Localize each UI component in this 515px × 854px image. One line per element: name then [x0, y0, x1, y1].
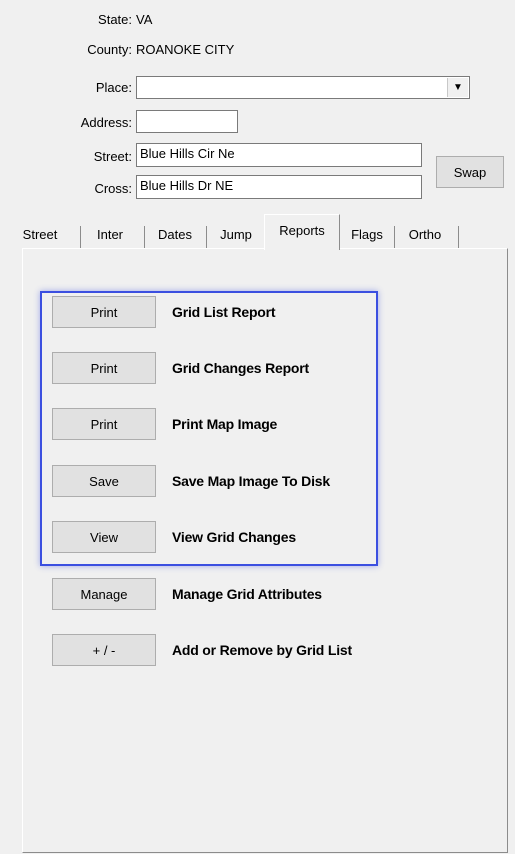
manage-grid-attributes-button[interactable]: Manage	[52, 578, 156, 610]
save-map-image-button[interactable]: Save	[52, 465, 156, 497]
tab-reports[interactable]: Reports	[264, 214, 340, 250]
manage-grid-attributes-label: Manage Grid Attributes	[172, 586, 322, 602]
print-grid-changes-button[interactable]: Print	[52, 352, 156, 384]
tab-flags[interactable]: Flags	[342, 222, 392, 248]
tab-jump[interactable]: Jump	[208, 222, 264, 248]
place-label: Place:	[95, 80, 132, 95]
swap-button[interactable]: Swap	[436, 156, 504, 188]
add-remove-grid-list-label: Add or Remove by Grid List	[172, 642, 352, 658]
tab-divider	[144, 226, 145, 248]
place-dropdown[interactable]: ▼	[136, 76, 470, 99]
grid-list-report-label: Grid List Report	[172, 304, 276, 320]
county-label: County:	[87, 42, 132, 57]
save-map-image-label: Save Map Image To Disk	[172, 473, 330, 489]
address-label: Address:	[80, 115, 132, 130]
tab-ortho[interactable]: Ortho	[396, 222, 454, 248]
state-label: State:	[98, 12, 132, 27]
state-value: VA	[136, 12, 153, 27]
tab-dates[interactable]: Dates	[146, 222, 204, 248]
tab-inter[interactable]: Inter	[82, 222, 138, 248]
street-label: Street:	[93, 149, 132, 164]
tab-divider	[206, 226, 207, 248]
view-grid-changes-label: View Grid Changes	[172, 529, 296, 545]
tab-street[interactable]: Street	[2, 222, 78, 248]
tab-divider	[458, 226, 459, 248]
county-value: ROANOKE CITY	[136, 42, 235, 57]
cross-label: Cross:	[94, 181, 132, 196]
address-input[interactable]	[136, 110, 238, 133]
cross-input[interactable]: Blue Hills Dr NE	[136, 175, 422, 199]
print-map-image-label: Print Map Image	[172, 416, 278, 432]
add-remove-grid-list-button[interactable]: + / -	[52, 634, 156, 666]
tab-divider	[394, 226, 395, 248]
grid-changes-report-label: Grid Changes Report	[172, 360, 309, 376]
print-map-image-button[interactable]: Print	[52, 408, 156, 440]
street-input[interactable]: Blue Hills Cir Ne	[136, 143, 422, 167]
view-grid-changes-button[interactable]: View	[52, 521, 156, 553]
print-grid-list-button[interactable]: Print	[52, 296, 156, 328]
chevron-down-icon[interactable]: ▼	[447, 78, 468, 97]
tab-strip: Street Inter Dates Jump Reports Flags Or…	[0, 214, 515, 250]
tab-divider	[80, 226, 81, 248]
